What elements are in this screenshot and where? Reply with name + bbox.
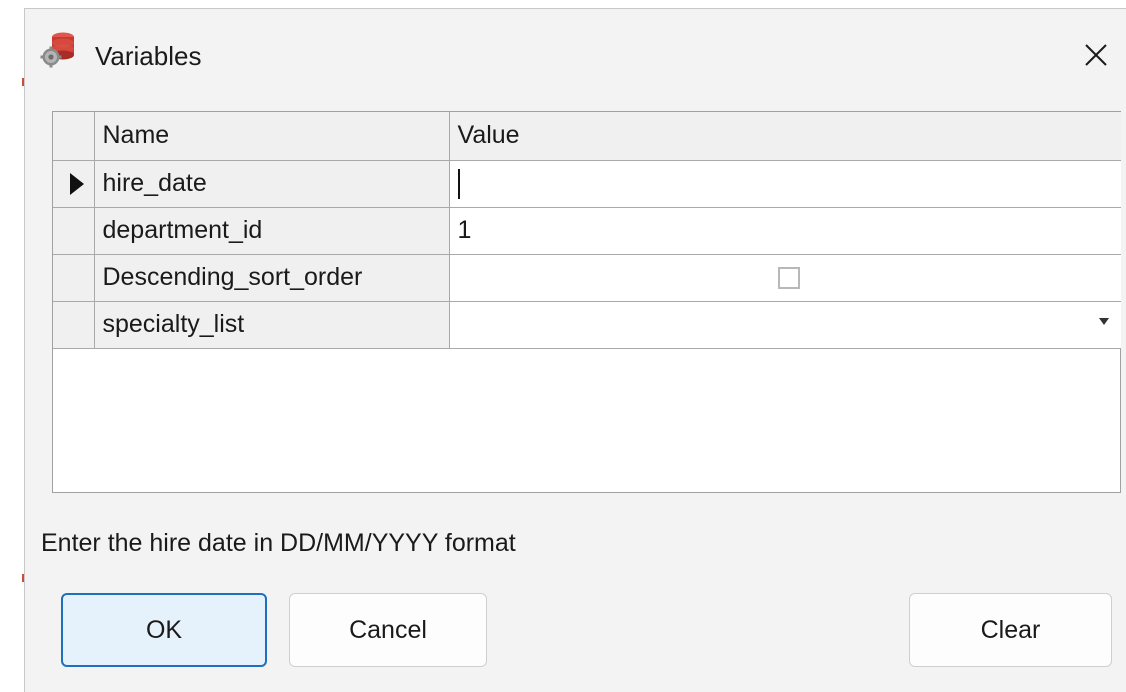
row-indicator[interactable] [53, 300, 95, 349]
dropdown-wrap[interactable] [458, 302, 1122, 347]
row-indicator[interactable] [53, 206, 95, 255]
background-window-edge [0, 0, 24, 692]
row-indicator[interactable] [53, 253, 95, 302]
dropdown-arrow-icon[interactable] [1099, 317, 1109, 325]
current-row-arrow-icon [70, 172, 85, 195]
variable-name-cell: Descending_sort_order [93, 253, 450, 302]
row-header-corner [53, 112, 95, 161]
column-header-name[interactable]: Name [93, 112, 450, 161]
cancel-button[interactable]: Cancel [289, 593, 487, 667]
close-icon [1085, 44, 1107, 66]
variable-value-input[interactable] [448, 159, 1121, 208]
table-row[interactable]: Descending_sort_order [53, 253, 1121, 302]
variable-name-cell: specialty_list [93, 300, 450, 349]
variable-value-checkbox-cell[interactable] [448, 253, 1121, 302]
dialog-title: Variables [95, 41, 202, 71]
variables-dialog: Variables Name Value hire_date departmen… [24, 8, 1126, 692]
variable-value-dropdown[interactable] [448, 300, 1122, 349]
header-row: Name Value [53, 112, 1121, 161]
database-gear-icon [40, 32, 74, 68]
variable-name-cell: hire_date [93, 159, 450, 208]
descending-sort-checkbox[interactable] [778, 266, 801, 289]
table-row[interactable]: department_id 1 [53, 206, 1121, 255]
close-button[interactable] [1066, 27, 1126, 83]
variable-name-cell: department_id [93, 206, 450, 255]
variables-grid[interactable]: Name Value hire_date department_id 1 Des… [52, 111, 1121, 493]
title-bar: Variables [25, 9, 1126, 101]
table-row[interactable]: hire_date [53, 159, 1121, 208]
clear-button[interactable]: Clear [909, 593, 1112, 667]
row-indicator[interactable] [53, 159, 95, 208]
hint-text: Enter the hire date in DD/MM/YYYY format [41, 529, 516, 557]
column-header-value[interactable]: Value [448, 112, 1121, 161]
text-cursor [457, 168, 460, 199]
variable-value-input[interactable]: 1 [448, 206, 1121, 255]
ok-button[interactable]: OK [61, 593, 267, 667]
variables-table: Name Value hire_date department_id 1 Des… [53, 112, 1121, 349]
table-row[interactable]: specialty_list [53, 300, 1122, 349]
